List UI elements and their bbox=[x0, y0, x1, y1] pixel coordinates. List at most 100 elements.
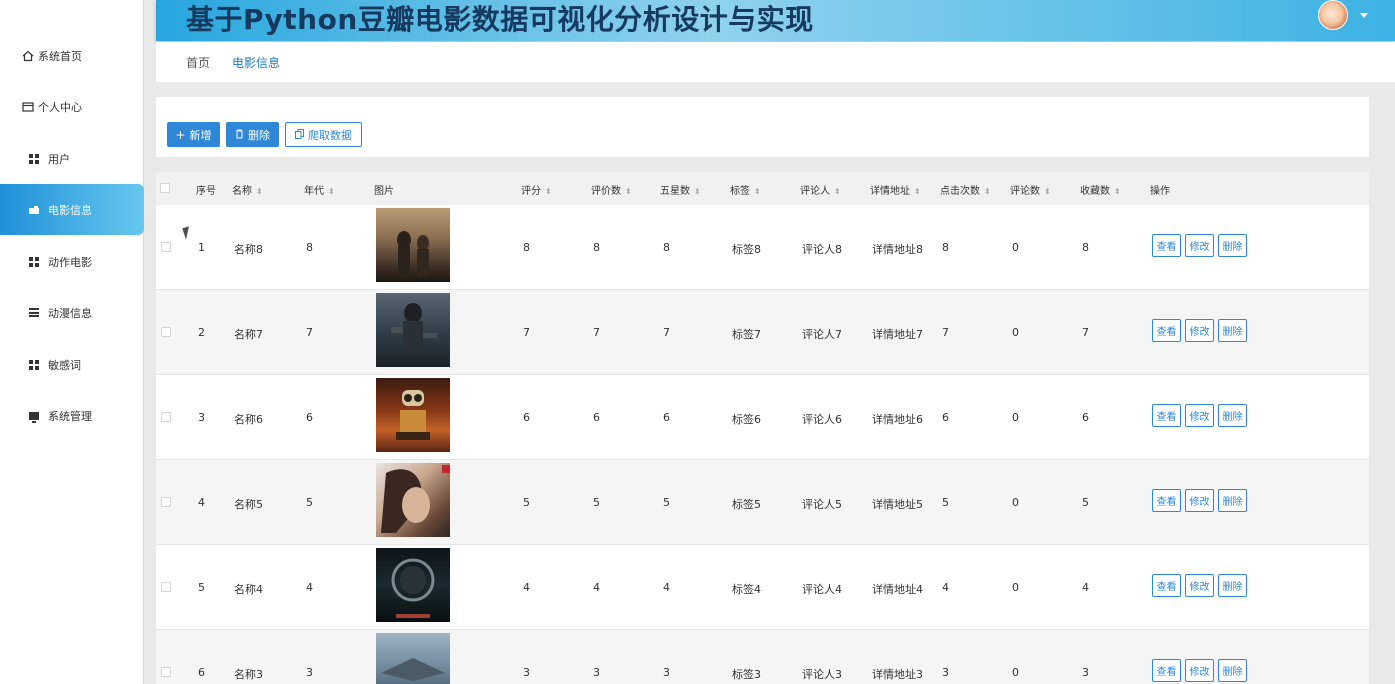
sidebar-item-label: 用户 bbox=[48, 152, 70, 166]
cell-reviews: 8 bbox=[593, 241, 600, 254]
cell-favorites: 6 bbox=[1082, 411, 1089, 424]
row-checkbox[interactable] bbox=[161, 242, 171, 252]
cell-favorites: 8 bbox=[1082, 241, 1089, 254]
view-button[interactable]: 查看 bbox=[1152, 404, 1181, 427]
cell-name: 名称8 bbox=[234, 243, 263, 256]
cell-score: 6 bbox=[523, 411, 530, 424]
row-checkbox[interactable] bbox=[161, 412, 171, 422]
table-row[interactable]: 6 名称3 3 3 3 3 标签3 评论人3 详情地址3 3 0 3 查看 修改… bbox=[156, 630, 1369, 684]
sidebar-item-label: 动漫信息 bbox=[48, 306, 92, 320]
row-delete-button[interactable]: 删除 bbox=[1218, 489, 1247, 512]
cell-clicks: 7 bbox=[942, 326, 949, 339]
sidebar-item-sensitive-words[interactable]: 敏感词 bbox=[0, 339, 144, 390]
row-delete-button[interactable]: 删除 bbox=[1218, 659, 1247, 682]
column-header[interactable]: 年代 ⬍ bbox=[304, 182, 335, 197]
cell-detail-url: 详情地址6 bbox=[872, 413, 923, 426]
sidebar-item-anime-info[interactable]: 动漫信息 bbox=[0, 287, 144, 338]
sort-icon: ⬍ bbox=[694, 186, 701, 196]
sort-icon: ⬍ bbox=[1044, 186, 1051, 196]
edit-button[interactable]: 修改 bbox=[1185, 234, 1214, 257]
movie-poster-image[interactable] bbox=[376, 208, 450, 282]
sort-icon: ⬍ bbox=[328, 186, 335, 196]
top-header: 基于Python豆瓣电影数据可视化分析设计与实现 bbox=[156, 0, 1395, 41]
select-all-checkbox[interactable] bbox=[160, 183, 170, 193]
cell-score: 3 bbox=[523, 666, 530, 679]
movie-poster-image[interactable] bbox=[376, 378, 450, 452]
row-delete-button[interactable]: 删除 bbox=[1218, 404, 1247, 427]
edit-button[interactable]: 修改 bbox=[1185, 659, 1214, 682]
crawl-data-button[interactable]: 爬取数据 bbox=[285, 122, 362, 147]
cell-favorites: 3 bbox=[1082, 666, 1089, 679]
cell-reviewer: 评论人6 bbox=[802, 413, 842, 426]
sidebar-item-users[interactable]: 用户 bbox=[0, 133, 144, 184]
movie-poster-image[interactable] bbox=[376, 633, 450, 684]
home-icon bbox=[22, 50, 34, 62]
column-header[interactable]: 评价数 ⬍ bbox=[591, 182, 632, 197]
sort-icon: ⬍ bbox=[256, 186, 263, 196]
edit-button[interactable]: 修改 bbox=[1185, 319, 1214, 342]
view-button[interactable]: 查看 bbox=[1152, 234, 1181, 257]
cell-index: 2 bbox=[198, 326, 205, 339]
grid-icon bbox=[28, 359, 40, 371]
cell-comments: 0 bbox=[1012, 411, 1019, 424]
view-button[interactable]: 查看 bbox=[1152, 574, 1181, 597]
table-row[interactable]: 4 名称5 5 5 5 5 标签5 评论人5 详情地址5 5 0 5 查看 修改… bbox=[156, 460, 1369, 545]
breadcrumb: 首页 电影信息 bbox=[156, 42, 1395, 82]
edit-button[interactable]: 修改 bbox=[1185, 574, 1214, 597]
sidebar-item-profile[interactable]: 个人中心 bbox=[0, 81, 144, 132]
column-header[interactable]: 收藏数 ⬍ bbox=[1080, 182, 1121, 197]
row-checkbox[interactable] bbox=[161, 582, 171, 592]
add-button[interactable]: + 新增 bbox=[167, 122, 220, 147]
table-row[interactable]: 1 名称8 8 8 8 8 标签8 评论人8 详情地址8 8 0 8 查看 修改… bbox=[156, 205, 1369, 290]
copy-icon bbox=[295, 128, 304, 142]
movie-poster-image[interactable] bbox=[376, 463, 450, 537]
sidebar-item-movie-info[interactable]: 电影信息 bbox=[0, 184, 144, 235]
view-button[interactable]: 查看 bbox=[1152, 319, 1181, 342]
view-button[interactable]: 查看 bbox=[1152, 659, 1181, 682]
row-checkbox[interactable] bbox=[161, 667, 171, 677]
table-row[interactable]: 5 名称4 4 4 4 4 标签4 评论人4 详情地址4 4 0 4 查看 修改… bbox=[156, 545, 1369, 630]
table-header: 序号 名称 ⬍ 年代 ⬍ 图片 评分 ⬍ 评价数 ⬍ 五星数 ⬍ 标签 ⬍ 评论人 ⬍ 详情地… bbox=[156, 172, 1369, 205]
row-checkbox[interactable] bbox=[161, 327, 171, 337]
column-header[interactable]: 评论数 ⬍ bbox=[1010, 182, 1051, 197]
edit-button[interactable]: 修改 bbox=[1185, 404, 1214, 427]
sidebar-item-home[interactable]: 系统首页 bbox=[0, 30, 144, 81]
avatar[interactable] bbox=[1318, 0, 1348, 30]
view-button[interactable]: 查看 bbox=[1152, 489, 1181, 512]
table-row[interactable]: 3 名称6 6 6 6 6 标签6 评论人6 详情地址6 6 0 6 查看 修改… bbox=[156, 375, 1369, 460]
delete-button[interactable]: 删除 bbox=[226, 122, 279, 147]
cell-year: 4 bbox=[306, 581, 313, 594]
column-header[interactable]: 评论人 ⬍ bbox=[800, 182, 841, 197]
cell-clicks: 6 bbox=[942, 411, 949, 424]
cell-name: 名称3 bbox=[234, 668, 263, 681]
cell-detail-url: 详情地址3 bbox=[872, 668, 923, 681]
sidebar: 系统首页 个人中心 用户 电影信息 动作电影 动漫信息 敏感词 系统管理 bbox=[0, 0, 144, 684]
movie-poster-image[interactable] bbox=[376, 548, 450, 622]
list-icon bbox=[28, 307, 40, 319]
movie-poster-image[interactable] bbox=[376, 293, 450, 367]
cloud-icon bbox=[28, 204, 40, 216]
column-header[interactable]: 详情地址 ⬍ bbox=[870, 182, 921, 197]
cell-reviews: 3 bbox=[593, 666, 600, 679]
breadcrumb-current[interactable]: 电影信息 bbox=[232, 54, 280, 71]
row-delete-button[interactable]: 删除 bbox=[1218, 234, 1247, 257]
column-header[interactable]: 标签 ⬍ bbox=[730, 182, 761, 197]
row-delete-button[interactable]: 删除 bbox=[1218, 574, 1247, 597]
column-header[interactable]: 五星数 ⬍ bbox=[660, 182, 701, 197]
column-header[interactable]: 名称 ⬍ bbox=[232, 182, 263, 197]
column-header[interactable]: 点击次数 ⬍ bbox=[940, 182, 991, 197]
chevron-down-icon[interactable] bbox=[1360, 13, 1368, 18]
sidebar-item-system-management[interactable]: 系统管理 bbox=[0, 390, 144, 441]
row-delete-button[interactable]: 删除 bbox=[1218, 319, 1247, 342]
cell-reviewer: 评论人7 bbox=[802, 328, 842, 341]
table-row[interactable]: 2 名称7 7 7 7 7 标签7 评论人7 详情地址7 7 0 7 查看 修改… bbox=[156, 290, 1369, 375]
sidebar-item-label: 系统管理 bbox=[48, 409, 92, 423]
sidebar-item-action-movies[interactable]: 动作电影 bbox=[0, 236, 144, 287]
toolbar: + 新增 删除 爬取数据 bbox=[156, 97, 1369, 157]
column-header[interactable]: 评分 ⬍ bbox=[521, 182, 552, 197]
edit-button[interactable]: 修改 bbox=[1185, 489, 1214, 512]
cell-detail-url: 详情地址7 bbox=[872, 328, 923, 341]
cell-score: 8 bbox=[523, 241, 530, 254]
breadcrumb-home[interactable]: 首页 bbox=[186, 54, 210, 71]
row-checkbox[interactable] bbox=[161, 497, 171, 507]
